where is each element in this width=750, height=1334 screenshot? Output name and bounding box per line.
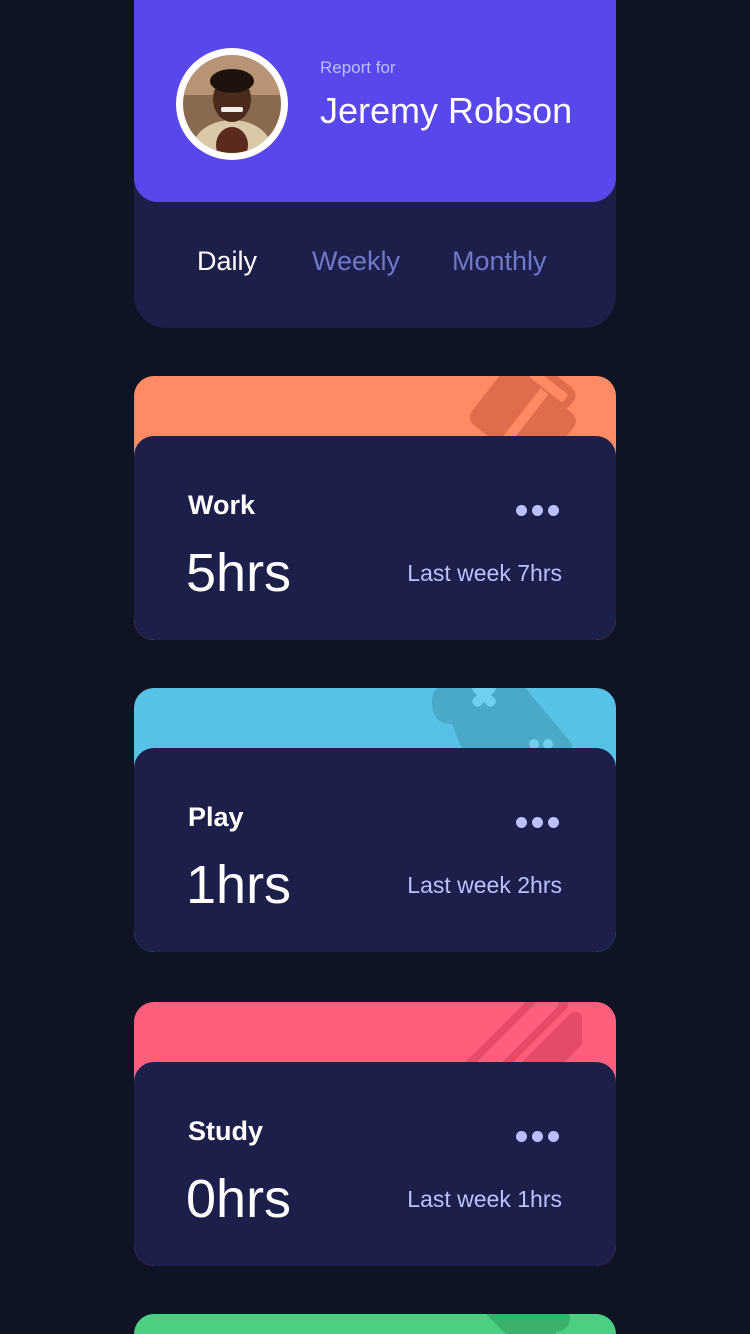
avatar-photo bbox=[183, 55, 281, 153]
card-study: Study 0hrs Last week 1hrs bbox=[134, 1002, 616, 1266]
time-tracking-dashboard: Report for Jeremy Robson Daily Weekly Mo… bbox=[0, 0, 750, 1334]
tab-monthly[interactable]: Monthly bbox=[452, 246, 547, 277]
last-week-hours: Last week 2hrs bbox=[407, 872, 562, 898]
card-body: Study 0hrs Last week 1hrs bbox=[134, 1062, 616, 1266]
card-play: Play 1hrs Last week 2hrs bbox=[134, 688, 616, 952]
card-work: Work 5hrs Last week 7hrs bbox=[134, 376, 616, 640]
tab-weekly[interactable]: Weekly bbox=[312, 246, 400, 277]
more-options-icon[interactable] bbox=[516, 502, 564, 516]
report-for-label: Report for bbox=[320, 58, 396, 77]
profile-card: Report for Jeremy Robson Daily Weekly Mo… bbox=[134, 0, 616, 328]
current-hours: 0hrs bbox=[186, 1169, 292, 1229]
tab-daily[interactable]: Daily bbox=[197, 246, 257, 277]
card-title: Study bbox=[188, 1116, 264, 1146]
last-week-hours: Last week 7hrs bbox=[407, 560, 562, 586]
card-body: Play 1hrs Last week 2hrs bbox=[134, 748, 616, 952]
current-hours: 1hrs bbox=[186, 855, 292, 915]
user-name: Jeremy Robson bbox=[320, 90, 573, 131]
profile-header: Report for Jeremy Robson bbox=[134, 0, 616, 202]
last-week-hours: Last week 1hrs bbox=[407, 1186, 562, 1212]
avatar bbox=[176, 48, 288, 160]
more-options-icon[interactable] bbox=[516, 814, 564, 828]
current-hours: 5hrs bbox=[186, 543, 292, 603]
card-exercise-partial bbox=[134, 1314, 616, 1334]
card-body: Work 5hrs Last week 7hrs bbox=[134, 436, 616, 640]
exercise-icon bbox=[486, 1314, 570, 1334]
card-title: Play bbox=[188, 802, 244, 832]
card-title: Work bbox=[188, 490, 256, 520]
more-options-icon[interactable] bbox=[516, 1128, 564, 1142]
timeframe-tabs: Daily Weekly Monthly bbox=[134, 202, 616, 328]
